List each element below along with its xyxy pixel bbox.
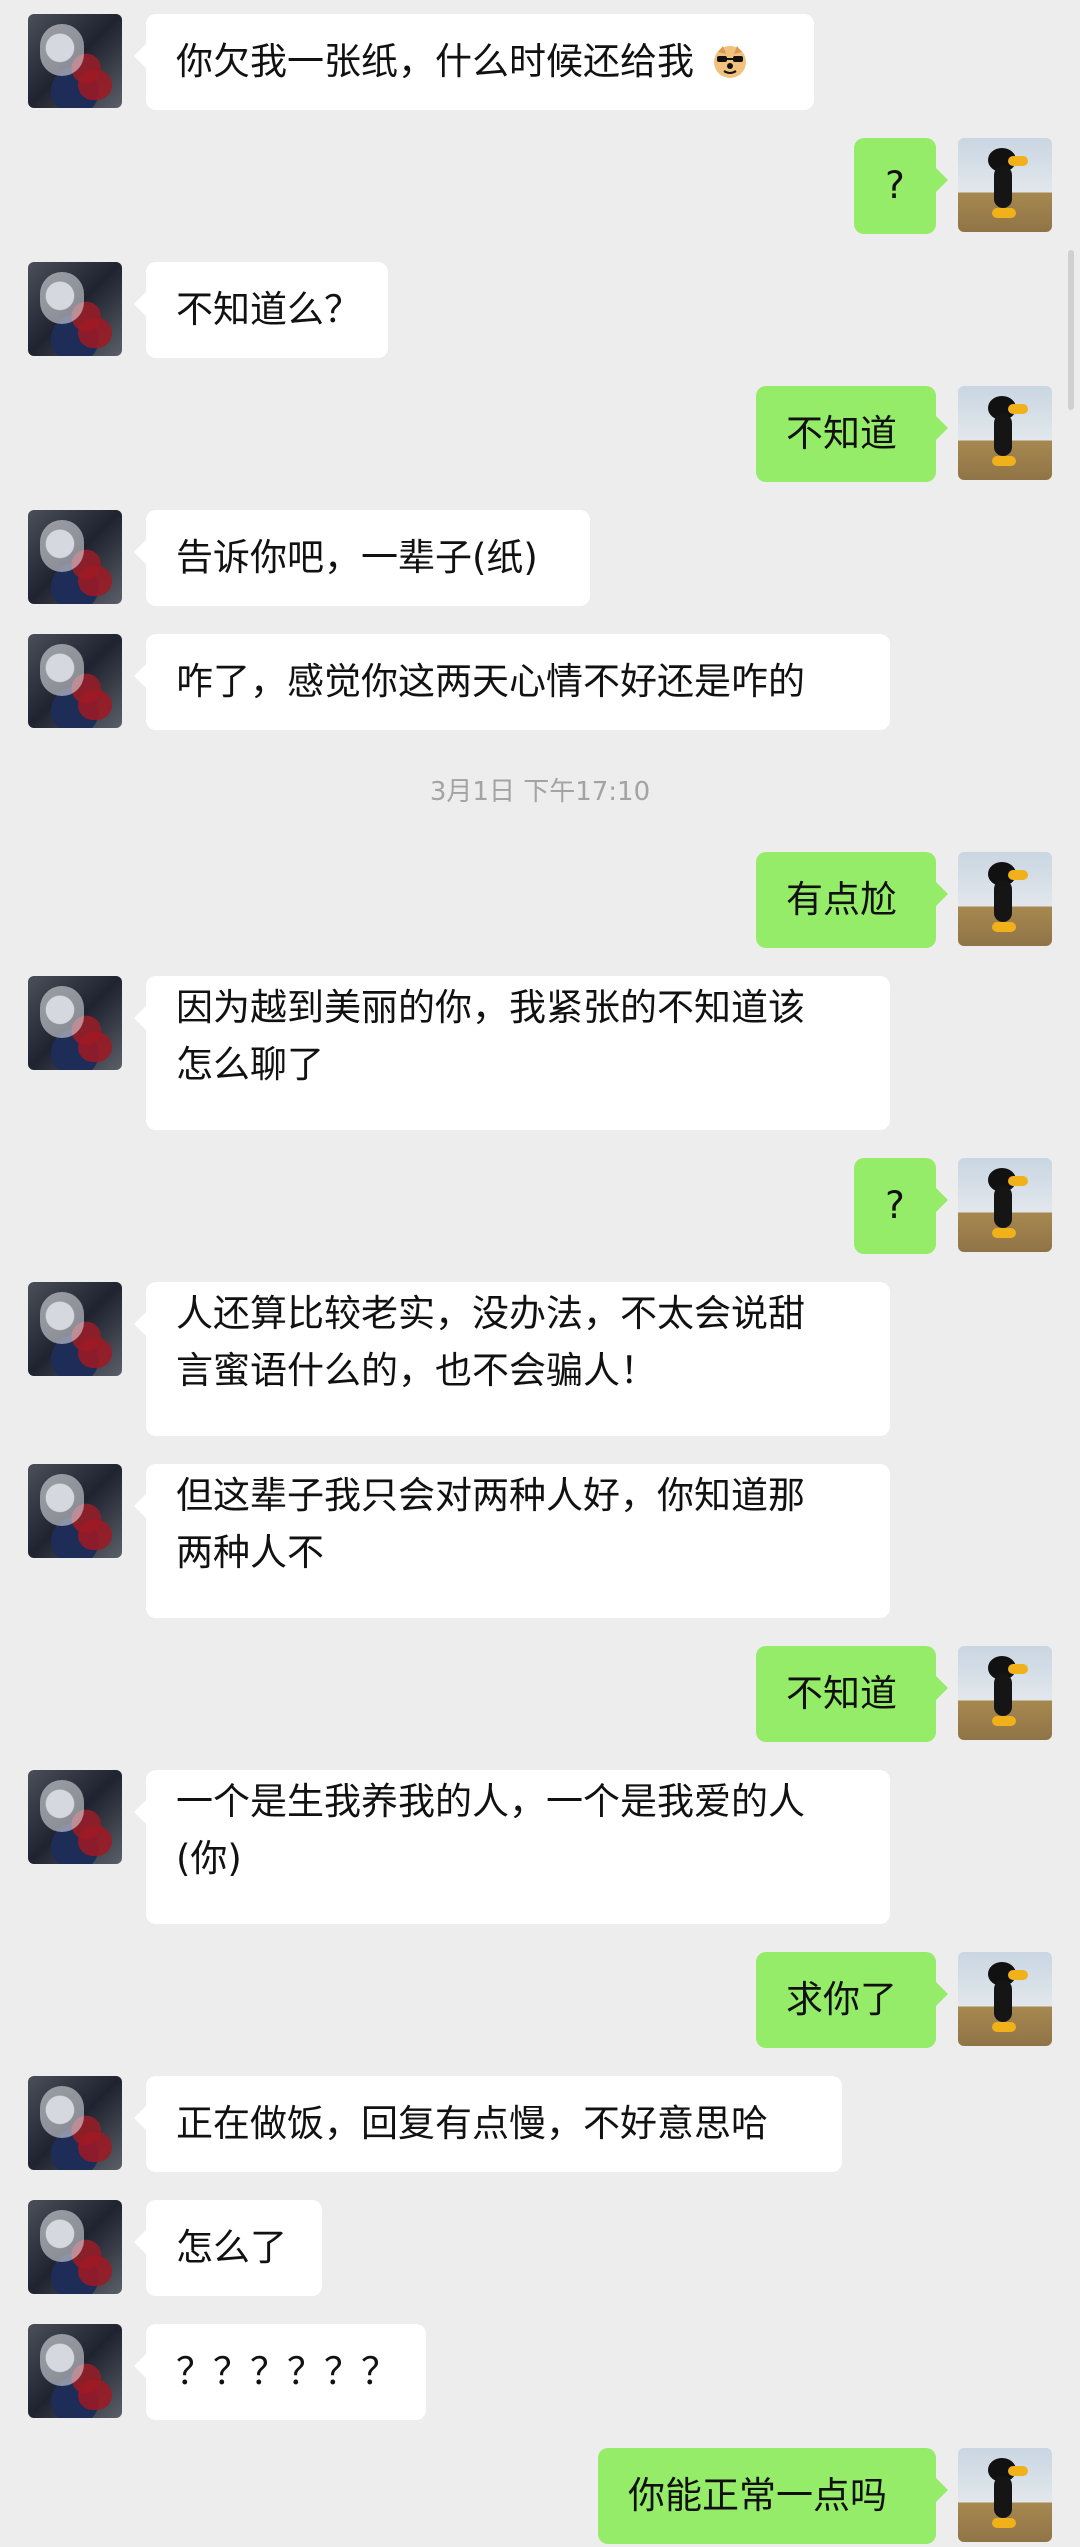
user-avatar[interactable]	[958, 1158, 1052, 1252]
friend-avatar[interactable]	[28, 2076, 122, 2170]
duck-body-icon	[994, 880, 1012, 922]
message-bubble[interactable]: 你能正常一点吗	[598, 2448, 948, 2544]
message-text: 有点尬	[786, 878, 897, 921]
duck-feet-icon	[992, 2518, 1016, 2528]
message-bubble[interactable]: ?	[854, 1158, 948, 1254]
time-divider: 3月1日 下午17:10	[429, 777, 651, 807]
message-bubble[interactable]: 有点尬	[756, 852, 948, 948]
friend-avatar[interactable]	[28, 1464, 122, 1558]
message-bubble[interactable]: 怎么了	[134, 2200, 322, 2296]
message-bubble[interactable]: 告诉你吧，一辈子(纸)	[134, 510, 590, 606]
message-bubble[interactable]: 一个是生我养我的人，一个是我爱的人 (你)	[134, 1770, 890, 1924]
duck-body-icon	[994, 1186, 1012, 1228]
duck-body-icon	[994, 1674, 1012, 1716]
user-avatar[interactable]	[958, 386, 1052, 480]
message-text: ？？？？？？	[176, 2350, 398, 2393]
friend-avatar[interactable]	[28, 14, 122, 108]
duck-feet-icon	[992, 208, 1016, 218]
scrollbar[interactable]	[1068, 250, 1074, 410]
friend-avatar[interactable]	[28, 510, 122, 604]
doge-emoji	[713, 45, 746, 78]
message-text-line: 言蜜语什么的，也不会骗人！	[176, 1349, 657, 1392]
chat-area: 你欠我一张纸，什么时候还给我 ? 不知道么？ 不知道 告诉你吧，一辈子(纸) 咋…	[0, 0, 1080, 2547]
message-text-line: 因为越到美丽的你，我紧张的不知道该	[176, 986, 805, 1029]
duck-body-icon	[994, 414, 1012, 456]
duck-beak-icon	[1008, 870, 1028, 880]
user-avatar[interactable]	[958, 852, 1052, 946]
friend-avatar[interactable]	[28, 1282, 122, 1376]
message-bubble[interactable]: 咋了，感觉你这两天心情不好还是咋的	[134, 634, 890, 730]
message-bubble[interactable]: 你欠我一张纸，什么时候还给我	[134, 14, 814, 110]
message-bubble[interactable]: 正在做饭，回复有点慢，不好意思哈	[134, 2076, 842, 2172]
message-text: 不知道	[786, 1672, 897, 1715]
message-text: 告诉你吧，一辈子(纸)	[176, 536, 538, 579]
message-bubble[interactable]: 求你了	[756, 1952, 948, 2048]
user-avatar[interactable]	[958, 2448, 1052, 2542]
friend-avatar[interactable]	[28, 976, 122, 1070]
message-bubble[interactable]: 不知道	[756, 386, 948, 482]
duck-body-icon	[994, 2476, 1012, 2518]
message-text-line: (你)	[176, 1837, 242, 1880]
message-text-line: 怎么聊了	[176, 1043, 324, 1086]
friend-avatar[interactable]	[28, 262, 122, 356]
duck-body-icon	[994, 1980, 1012, 2022]
user-avatar[interactable]	[958, 1952, 1052, 2046]
duck-beak-icon	[1008, 404, 1028, 414]
duck-beak-icon	[1008, 1970, 1028, 1980]
message-text-line: 两种人不	[176, 1531, 324, 1574]
message-bubble[interactable]: 但这辈子我只会对两种人好，你知道那 两种人不	[134, 1464, 890, 1618]
friend-avatar[interactable]	[28, 634, 122, 728]
message-text-line: 人还算比较老实，没办法，不太会说甜	[176, 1292, 805, 1335]
message-text: 你能正常一点吗	[628, 2474, 887, 2517]
message-text: ?	[885, 164, 905, 207]
friend-avatar[interactable]	[28, 1770, 122, 1864]
message-text: 求你了	[786, 1978, 897, 2021]
duck-feet-icon	[992, 1228, 1016, 1238]
message-text: 正在做饭，回复有点慢，不好意思哈	[176, 2102, 768, 2145]
user-avatar[interactable]	[958, 1646, 1052, 1740]
friend-avatar[interactable]	[28, 2200, 122, 2294]
message-bubble[interactable]: ？？？？？？	[134, 2324, 426, 2420]
duck-beak-icon	[1008, 1176, 1028, 1186]
message-bubble[interactable]: 因为越到美丽的你，我紧张的不知道该 怎么聊了	[134, 976, 890, 1130]
message-bubble[interactable]: 不知道么？	[134, 262, 388, 358]
duck-body-icon	[994, 166, 1012, 208]
duck-beak-icon	[1008, 1664, 1028, 1674]
duck-beak-icon	[1008, 156, 1028, 166]
friend-avatar[interactable]	[28, 2324, 122, 2418]
message-bubble[interactable]: 人还算比较老实，没办法，不太会说甜 言蜜语什么的，也不会骗人！	[134, 1282, 890, 1436]
duck-feet-icon	[992, 1716, 1016, 1726]
message-text: 怎么了	[176, 2226, 287, 2269]
duck-feet-icon	[992, 456, 1016, 466]
message-text-line: 一个是生我养我的人，一个是我爱的人	[176, 1780, 805, 1823]
message-text: ?	[885, 1184, 905, 1227]
message-text-line: 但这辈子我只会对两种人好，你知道那	[176, 1474, 805, 1517]
duck-feet-icon	[992, 2022, 1016, 2032]
duck-beak-icon	[1008, 2466, 1028, 2476]
message-text: 咋了，感觉你这两天心情不好还是咋的	[176, 660, 805, 703]
user-avatar[interactable]	[958, 138, 1052, 232]
message-text: 你欠我一张纸，什么时候还给我	[176, 40, 694, 83]
message-text: 不知道	[786, 412, 897, 455]
duck-feet-icon	[992, 922, 1016, 932]
message-text: 不知道么？	[176, 288, 361, 331]
message-bubble[interactable]: 不知道	[756, 1646, 948, 1742]
message-bubble[interactable]: ?	[854, 138, 948, 234]
